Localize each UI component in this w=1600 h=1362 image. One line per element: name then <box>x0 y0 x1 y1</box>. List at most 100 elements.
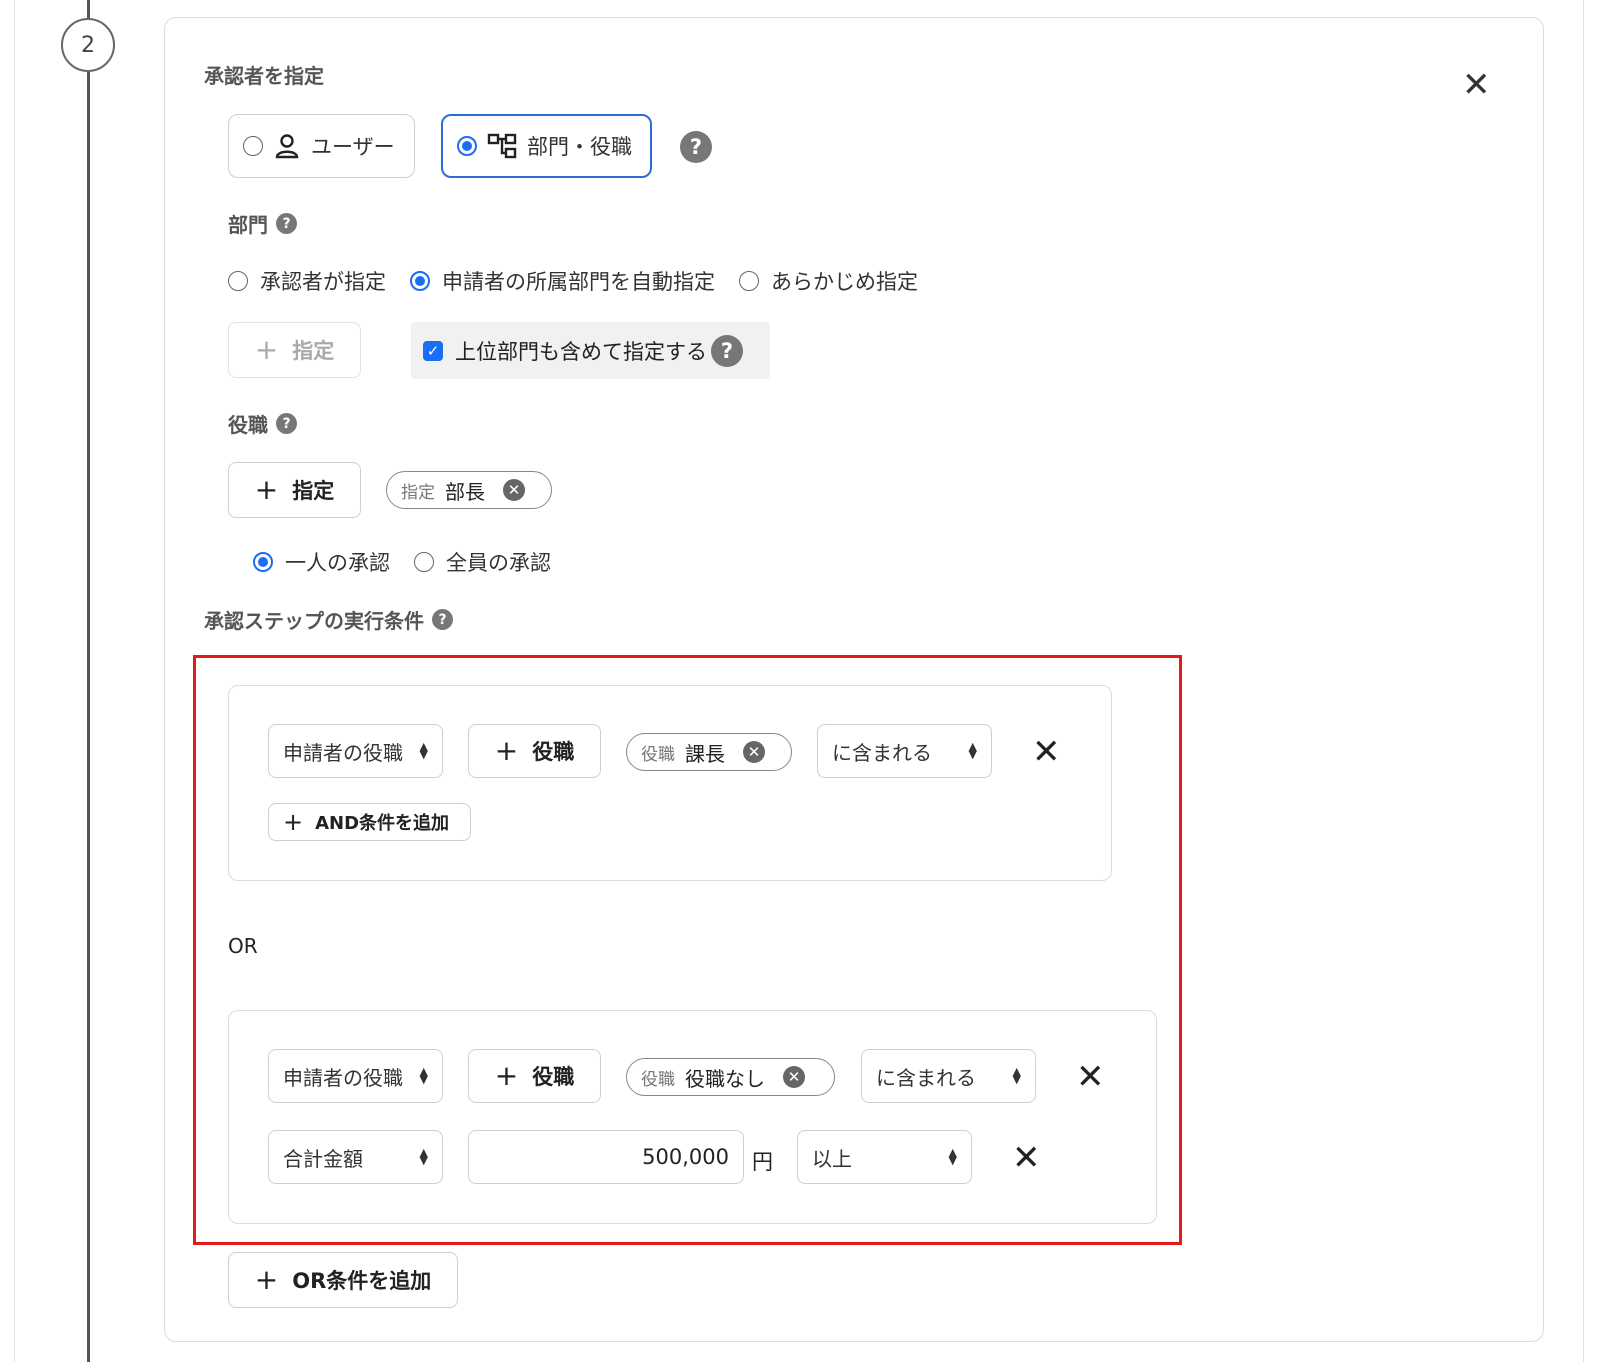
dept-option-preset[interactable]: あらかじめ指定 <box>739 266 918 296</box>
condition-field-select[interactable]: 申請者の役職 ▲ ▼ <box>268 724 443 778</box>
select-arrows-icon: ▲ ▼ <box>419 1065 428 1086</box>
select-arrows-icon: ▲ ▼ <box>1012 1065 1021 1086</box>
add-position-button[interactable]: + 役職 <box>468 1049 601 1103</box>
condition-chip: 役職 課長 ✕ <box>626 733 792 771</box>
position-specify-button[interactable]: + 指定 <box>228 462 361 518</box>
amount-operator-select[interactable]: 以上 ▲ ▼ <box>797 1130 972 1184</box>
condition-operator-select[interactable]: に含まれる ▲ ▼ <box>861 1049 1036 1103</box>
remove-condition-icon[interactable]: ✕ <box>1012 1141 1041 1175</box>
add-and-condition-label: AND条件を追加 <box>315 813 450 834</box>
department-specify-label: 指定 <box>292 339 335 363</box>
radio-icon[interactable] <box>253 552 273 572</box>
org-chart-icon <box>487 133 517 159</box>
approval-type-one[interactable]: 一人の承認 <box>253 547 390 577</box>
add-or-condition-button[interactable]: + OR条件を追加 <box>228 1252 458 1308</box>
remove-chip-icon[interactable]: ✕ <box>503 479 525 501</box>
chip-tag: 指定 <box>401 482 435 503</box>
mode-user-label: ユーザー <box>311 135 395 159</box>
approval-type-label: 全員の承認 <box>446 551 551 575</box>
remove-condition-icon[interactable]: ✕ <box>1032 735 1061 769</box>
approver-section-title: 承認者を指定 <box>204 64 324 88</box>
mode-user-radio[interactable] <box>243 136 263 156</box>
department-label-row: 部門 ? <box>228 209 297 238</box>
or-separator: OR <box>228 934 258 958</box>
plus-icon: + <box>283 808 304 836</box>
timeline-line <box>87 0 90 1362</box>
conditions-title: 承認ステップの実行条件 <box>204 609 424 633</box>
radio-icon[interactable] <box>739 271 759 291</box>
amount-input[interactable]: 500,000 <box>468 1130 744 1184</box>
mode-dept-option[interactable]: 部門・役職 <box>441 114 652 178</box>
mode-dept-radio[interactable] <box>457 136 477 156</box>
select-arrows-icon: ▲ ▼ <box>419 740 428 761</box>
select-value: 申請者の役職 <box>283 1065 403 1090</box>
chip-value: 役職なし <box>685 1066 765 1091</box>
approval-type-all[interactable]: 全員の承認 <box>414 547 551 577</box>
department-help-icon[interactable]: ? <box>276 213 297 234</box>
dept-option-label: 申請者の所属部門を自動指定 <box>442 270 715 294</box>
chip-tag: 役職 <box>641 744 675 765</box>
position-specify-label: 指定 <box>292 479 335 503</box>
select-arrows-icon: ▲ ▼ <box>968 740 977 761</box>
currency-unit: 円 <box>752 1150 773 1174</box>
chip-value: 部長 <box>445 479 485 504</box>
radio-icon[interactable] <box>414 552 434 572</box>
add-position-button[interactable]: + 役職 <box>468 724 601 778</box>
select-value: 以上 <box>812 1146 852 1171</box>
position-label-row: 役職 ? <box>228 409 297 438</box>
position-help-icon[interactable]: ? <box>276 413 297 434</box>
approval-type-radio-group: 一人の承認 全員の承認 <box>253 547 575 577</box>
remove-chip-icon[interactable]: ✕ <box>783 1066 805 1088</box>
condition-field-select[interactable]: 申請者の役職 ▲ ▼ <box>268 1049 443 1103</box>
mode-dept-label: 部門・役職 <box>527 135 632 159</box>
dept-option-label: あらかじめ指定 <box>771 270 918 294</box>
frame-border-left <box>14 0 15 1362</box>
close-step-icon[interactable]: ✕ <box>1462 68 1491 102</box>
chip-tag: 役職 <box>641 1069 675 1090</box>
person-icon <box>275 134 299 159</box>
dept-option-approver[interactable]: 承認者が指定 <box>228 266 386 296</box>
checkbox-checked-icon[interactable]: ✓ <box>423 340 443 361</box>
condition-operator-select[interactable]: に含まれる ▲ ▼ <box>817 724 992 778</box>
remove-chip-icon[interactable]: ✕ <box>743 741 765 763</box>
condition-group-1 <box>228 685 1112 881</box>
plus-icon: + <box>254 473 279 506</box>
remove-condition-icon[interactable]: ✕ <box>1076 1060 1105 1094</box>
plus-icon: + <box>494 1059 519 1092</box>
mode-user-option[interactable]: ユーザー <box>228 114 415 178</box>
plus-icon: + <box>254 1263 279 1296</box>
condition-group-2 <box>228 1010 1157 1224</box>
radio-icon[interactable] <box>410 271 430 291</box>
department-radio-group: 承認者が指定 申請者の所属部門を自動指定 あらかじめ指定 <box>228 266 942 296</box>
include-parent-help-icon[interactable]: ? <box>711 334 743 367</box>
conditions-help-icon[interactable]: ? <box>432 609 453 630</box>
select-arrows-icon: ▲ ▼ <box>948 1146 957 1167</box>
conditions-title-row: 承認ステップの実行条件 ? <box>204 605 453 634</box>
condition-chip: 役職 役職なし ✕ <box>626 1058 835 1096</box>
select-arrows-icon: ▲ ▼ <box>419 1146 428 1167</box>
add-position-label: 役職 <box>532 740 575 764</box>
approval-type-label: 一人の承認 <box>285 551 390 575</box>
amount-field-select[interactable]: 合計金額 ▲ ▼ <box>268 1130 443 1184</box>
add-and-condition-button[interactable]: + AND条件を追加 <box>268 803 471 841</box>
frame-border-right <box>1583 0 1584 1362</box>
department-specify-button[interactable]: + 指定 <box>228 322 361 378</box>
include-parent-option[interactable]: ✓ 上位部門も含めて指定する ? <box>411 322 770 379</box>
plus-icon: + <box>254 333 279 366</box>
dept-option-auto[interactable]: 申請者の所属部門を自動指定 <box>410 266 715 296</box>
include-parent-label: 上位部門も含めて指定する <box>455 339 707 364</box>
select-value: に含まれる <box>832 740 932 765</box>
add-or-condition-label: OR条件を追加 <box>292 1269 432 1293</box>
chip-value: 課長 <box>685 741 725 766</box>
step-number-badge: 2 <box>61 18 115 72</box>
radio-icon[interactable] <box>228 271 248 291</box>
select-value: 申請者の役職 <box>283 740 403 765</box>
plus-icon: + <box>494 734 519 767</box>
position-label: 役職 <box>228 413 268 437</box>
help-icon[interactable]: ? <box>680 131 712 163</box>
select-value: 合計金額 <box>283 1146 363 1171</box>
dept-option-label: 承認者が指定 <box>260 270 386 294</box>
position-chip: 指定 部長 ✕ <box>386 471 552 509</box>
add-position-label: 役職 <box>532 1065 575 1089</box>
select-value: に含まれる <box>876 1065 976 1090</box>
